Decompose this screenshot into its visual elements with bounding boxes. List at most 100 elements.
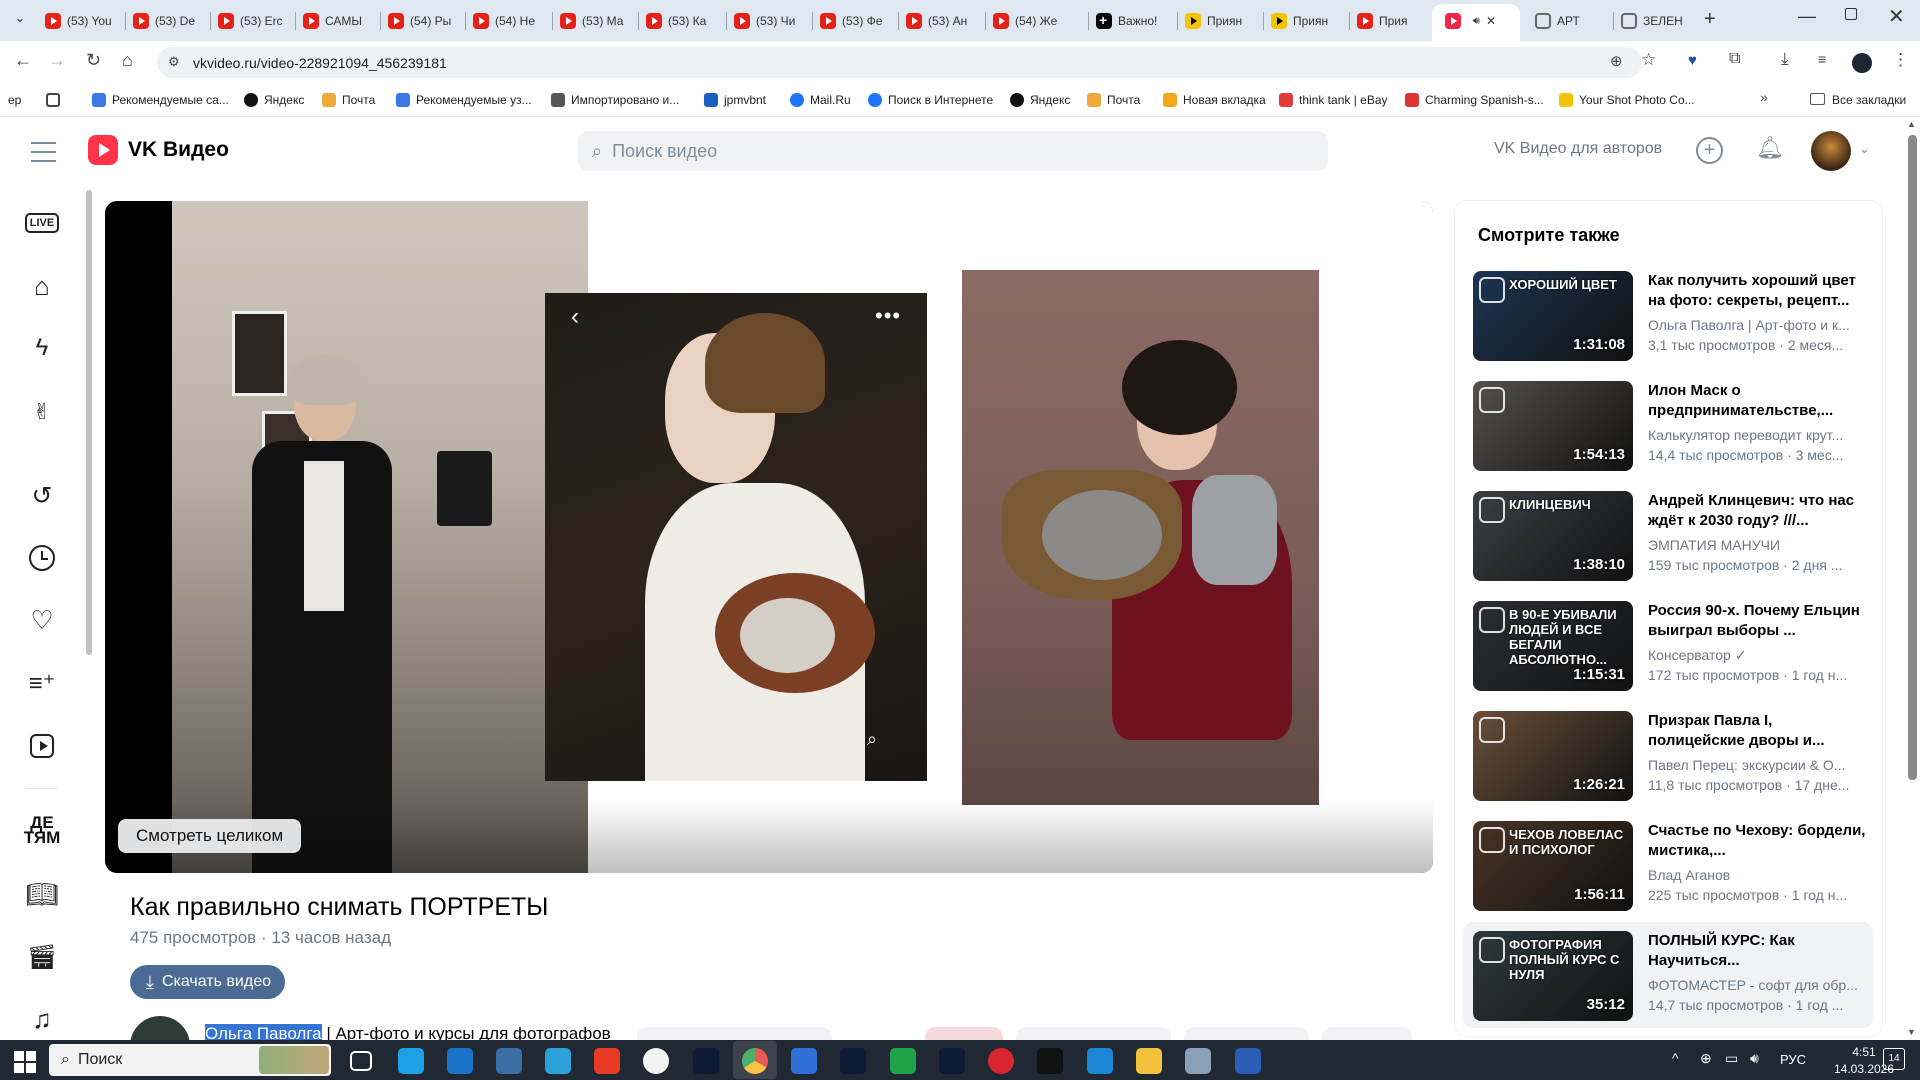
tab-audio-icon[interactable]: 🔊︎ (1473, 15, 1480, 28)
notifications-bell-icon[interactable]: 🔔︎ (1756, 135, 1784, 161)
close-window-button[interactable]: ✕ (1888, 4, 1905, 29)
recommendation-title[interactable]: Призрак Павла I, полицейские дворы и... (1648, 711, 1868, 751)
bookmark-item[interactable]: Charming Spanish-s... (1405, 90, 1544, 110)
bookmark-item[interactable]: Поиск в Интернете (868, 90, 993, 110)
clock-icon[interactable] (22, 538, 62, 578)
save-to-later-icon[interactable] (1479, 717, 1505, 743)
bookmark-item[interactable]: Яндекс (244, 90, 304, 110)
bookmark-item[interactable]: Рекомендуемые уз... (396, 90, 532, 110)
windows-start-icon[interactable] (14, 1051, 36, 1073)
explorer-icon[interactable] (1136, 1048, 1162, 1074)
bookmark-star-icon[interactable]: ☆ (1641, 50, 1656, 70)
bookmark-item[interactable]: Your Shot Photo Co... (1559, 90, 1695, 110)
tab[interactable]: (54) Же (993, 8, 1071, 34)
tab-close-icon[interactable]: ✕ (1486, 14, 1496, 28)
camera-icon[interactable] (791, 1048, 817, 1074)
download-icon[interactable]: ⤓ (1781, 49, 1789, 69)
tab-vk-video[interactable]: 🔊︎ ✕ (1445, 8, 1525, 34)
recommendation-item[interactable]: КЛИНЦЕВИЧ 1:38:10 Андрей Клинцевич: что на… (1473, 491, 1873, 583)
shorts-icon[interactable]: ϟ (22, 328, 62, 368)
recommendation-item[interactable]: 1:26:21 Призрак Павла I, полицейские двор… (1473, 711, 1873, 803)
user-avatar[interactable] (1811, 131, 1851, 171)
new-tab-button[interactable]: + (1704, 8, 1716, 31)
like-pill[interactable] (925, 1027, 1003, 1041)
tray-display-icon[interactable]: ▭ (1725, 1050, 1738, 1067)
bookmark-item[interactable]: Импортировано и... (551, 90, 679, 110)
tab[interactable]: (54) Не (473, 8, 551, 34)
save-to-later-icon[interactable] (1479, 827, 1505, 853)
live-icon[interactable]: LIVE (22, 203, 62, 243)
recommendation-author[interactable]: Влад Аганов (1648, 867, 1868, 883)
recommendation-item[interactable]: В 90-Е УБИВАЛИ ЛЮДЕЙ И ВСЕ БЕГАЛИ АБСОЛЮ… (1473, 601, 1873, 693)
tab[interactable]: (53) Erc (218, 8, 296, 34)
recommendation-title[interactable]: Андрей Клинцевич: что нас ждёт к 2030 го… (1648, 491, 1868, 531)
recommendation-author[interactable]: Ольга Паволга | Арт-фото и к... (1648, 317, 1868, 333)
bookmark-item[interactable]: Mail.Ru (790, 90, 851, 110)
vk-video-logo-icon[interactable] (88, 135, 118, 165)
tab[interactable]: (53) You (45, 8, 123, 34)
video-thumbnail[interactable]: 1:54:13 (1473, 381, 1633, 471)
task-view-icon[interactable] (350, 1051, 372, 1071)
tab[interactable]: Прия (1357, 8, 1435, 34)
bookmark-item[interactable]: Рекомендуемые са... (92, 90, 229, 110)
recommendation-title[interactable]: Илон Маск о предпринимательстве,... (1648, 381, 1868, 421)
watch-full-button[interactable]: Смотреть целиком (118, 819, 302, 853)
tab[interactable]: (53) Ма (560, 8, 638, 34)
my-videos-icon[interactable] (22, 726, 62, 766)
profile-avatar[interactable] (1852, 53, 1872, 73)
bookmark-item[interactable]: Почта (1087, 90, 1140, 110)
tab[interactable]: (53) Чи (734, 8, 812, 34)
recommendation-author[interactable]: ФОТОМАСТЕР - софт для обр... (1648, 977, 1868, 993)
tab[interactable]: (53) Ка (646, 8, 724, 34)
word-icon[interactable] (1235, 1048, 1261, 1074)
photoshop-icon[interactable] (693, 1048, 719, 1074)
save-to-later-icon[interactable] (1479, 277, 1505, 303)
bookmark-item[interactable]: Новая вкладка (1163, 90, 1266, 110)
home-button[interactable]: ⌂ (122, 50, 133, 71)
tab[interactable]: (53) Фе (820, 8, 898, 34)
save-to-later-icon[interactable] (1479, 607, 1505, 633)
vk-video-logo-text[interactable]: VK Видео (128, 138, 229, 162)
hand-icon[interactable]: ✌︎ (22, 392, 62, 432)
lightroom-icon[interactable] (840, 1048, 866, 1074)
bookmark-item[interactable]: jpmvbnt (704, 90, 766, 110)
save-to-later-icon[interactable] (1479, 937, 1505, 963)
input-language[interactable]: РУС (1780, 1052, 1806, 1067)
download-button[interactable]: ⤓ Скачать видео (130, 965, 285, 999)
home-icon[interactable]: ⌂ (22, 266, 62, 306)
edge-icon[interactable] (398, 1048, 424, 1074)
tab[interactable]: ЗЕЛЕН (1621, 8, 1699, 34)
url-text[interactable]: vkvideo.ru/video-228921094_456239181 (193, 55, 447, 71)
action-pill-4[interactable] (1322, 1027, 1412, 1041)
recommendation-author[interactable]: Калькулятор переводит крут... (1648, 427, 1868, 443)
tray-network-icon[interactable]: ⊕ (1700, 1050, 1712, 1067)
photoshop-2-icon[interactable] (939, 1048, 965, 1074)
tab[interactable]: Приян (1185, 8, 1263, 34)
tray-chevron-up-icon[interactable]: ^ (1672, 1050, 1679, 1066)
history-icon[interactable]: ↺ (22, 476, 62, 516)
extensions-puzzle-icon[interactable]: ⧉ (1729, 50, 1740, 68)
forward-button[interactable]: → (48, 50, 66, 71)
video-thumbnail[interactable]: В 90-Е УБИВАЛИ ЛЮДЕЙ И ВСЕ БЕГАЛИ АБСОЛЮ… (1473, 601, 1633, 691)
taskbar-search-box[interactable]: ⌕ Поиск (49, 1044, 331, 1076)
opera-icon[interactable] (988, 1048, 1014, 1074)
ccleaner-icon[interactable] (545, 1048, 571, 1074)
tab[interactable]: АРТ (1535, 8, 1613, 34)
bookmark-item[interactable]: ер (8, 90, 21, 110)
playlist-add-icon[interactable]: ≡⁺ (22, 663, 62, 703)
hamburger-menu-icon[interactable] (31, 141, 56, 162)
video-thumbnail[interactable]: ЧЕХОВ ЛОВЕЛАС И ПСИХОЛОГ 1:56:11 (1473, 821, 1633, 911)
recommendation-author[interactable]: Павел Перец: экскурсии & О... (1648, 757, 1868, 773)
recommendation-title[interactable]: Счастье по Чехову: бордели, мистика,... (1648, 821, 1868, 861)
scroll-up-arrow-icon[interactable]: ▲ (1907, 119, 1916, 129)
recommendation-title[interactable]: ПОЛНЫЙ КУРС: Как Научиться... (1648, 931, 1868, 971)
for-authors-link[interactable]: VK Видео для авторов (1494, 140, 1662, 158)
minimize-button[interactable]: — (1798, 6, 1816, 27)
tray-volume-icon[interactable]: 🔊︎ (1750, 1050, 1759, 1067)
video-player[interactable]: ‹ ••• ⌕ Смотреть целиком (105, 201, 1433, 873)
tab[interactable]: (53) Ан (906, 8, 984, 34)
extension-icon[interactable]: ♥ (1688, 52, 1697, 69)
yandex-browser-icon[interactable] (643, 1048, 669, 1074)
heart-icon[interactable]: ♡ (22, 600, 62, 640)
films-icon[interactable]: 🎬︎ (22, 937, 62, 977)
